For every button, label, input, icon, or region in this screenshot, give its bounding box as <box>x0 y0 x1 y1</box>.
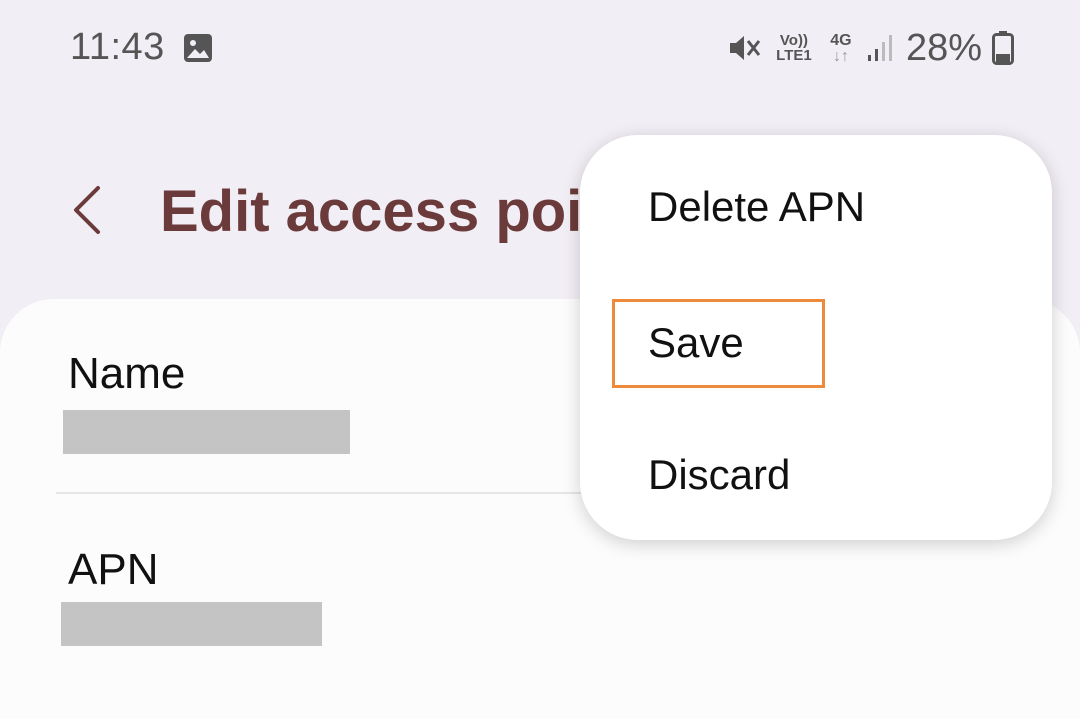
mute-icon <box>729 36 761 60</box>
overflow-menu: Delete APN Save Discard <box>580 135 1052 540</box>
network-type-text: 4G <box>830 31 852 49</box>
network-arrows: ↓↑ <box>832 47 849 65</box>
redacted-value-apn <box>61 602 322 646</box>
network-indicator: 4G ↓↑ <box>826 32 856 65</box>
redacted-value-name <box>63 410 350 454</box>
status-bar: 11:43 Vo)) LTE1 4G ↓↑ 28% <box>0 0 1080 96</box>
status-icons: Vo)) LTE1 4G ↓↑ 28% <box>726 26 1014 70</box>
volte-top-text: Vo)) <box>779 32 808 49</box>
volte-indicator: Vo)) LTE1 <box>772 33 816 63</box>
back-arrow-icon[interactable] <box>66 180 110 240</box>
menu-item-delete-apn[interactable]: Delete APN <box>648 183 865 231</box>
volte-bottom-text: LTE1 <box>776 47 812 64</box>
signal-icon <box>867 35 892 61</box>
gallery-notification-icon <box>184 34 212 62</box>
menu-item-discard[interactable]: Discard <box>648 451 790 499</box>
battery-icon <box>992 31 1014 65</box>
status-time: 11:43 <box>70 26 165 68</box>
menu-item-save[interactable]: Save <box>648 319 744 367</box>
setting-label-apn: APN <box>68 545 159 594</box>
page-title: Edit access point <box>160 179 638 244</box>
setting-label-name: Name <box>68 349 186 398</box>
battery-percentage: 28% <box>905 26 982 69</box>
